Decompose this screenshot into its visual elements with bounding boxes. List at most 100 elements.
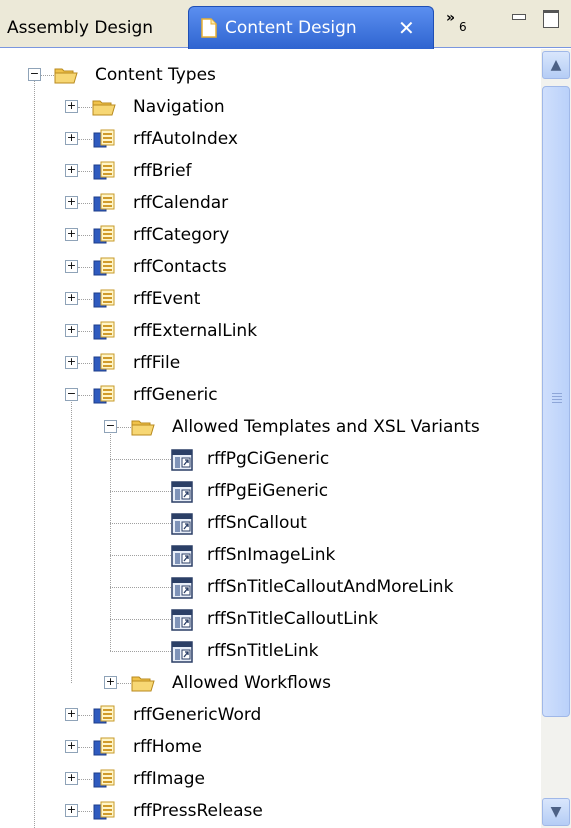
content-type-icon [92, 353, 116, 373]
tree-node-label: rffSnCallout [207, 513, 307, 533]
scroll-down-button[interactable]: ▼ [542, 798, 570, 826]
tree-node-label: rffCategory [133, 225, 230, 245]
tree-node-rffgeneric[interactable]: − rffGeneric [0, 379, 540, 411]
tree-node-label: rffContacts [133, 257, 227, 277]
thumb-grip-line [552, 393, 562, 394]
tree-node-content-type[interactable]: + rffPressRelease [0, 795, 540, 827]
content-type-icon [92, 737, 116, 757]
expand-icon[interactable]: + [65, 740, 78, 753]
tree-node-content-type[interactable]: + rffAutoIndex [0, 123, 540, 155]
tree-node-content-type[interactable]: + rffEvent [0, 283, 540, 315]
tree-node-template[interactable]: rffSnTitleCalloutAndMoreLink [0, 571, 540, 603]
tab-overflow-icon[interactable]: » [446, 10, 455, 26]
tree-node-label: rffSnImageLink [207, 545, 336, 565]
folder-icon [131, 417, 155, 437]
expand-icon[interactable]: + [65, 164, 78, 177]
tab-content-design[interactable]: Content Design ✕ [188, 6, 434, 49]
tree-node-label: Allowed Templates and XSL Variants [172, 417, 480, 437]
tree-node-template[interactable]: rffPgCiGeneric [0, 443, 540, 475]
tree-node-content-type[interactable]: + rffCalendar [0, 187, 540, 219]
content-type-icon [92, 193, 116, 213]
tree-node-label: rffPressRelease [133, 801, 263, 821]
tree-node-template[interactable]: rffSnTitleCalloutLink [0, 603, 540, 635]
tree-node-content-type[interactable]: + rffFile [0, 347, 540, 379]
content-type-icon [92, 289, 116, 309]
folder-icon [54, 65, 78, 85]
tab-content-design-label: Content Design [225, 18, 357, 38]
content-type-icon [92, 225, 116, 245]
tree-node-label: rffBrief [133, 161, 192, 181]
expand-icon[interactable]: + [65, 324, 78, 337]
expand-icon[interactable]: + [65, 196, 78, 209]
tree-node-label: rffCalendar [133, 193, 229, 213]
maximize-view-icon[interactable] [543, 10, 559, 28]
tree-node-content-type[interactable]: + rffImage [0, 763, 540, 795]
expand-icon[interactable]: + [65, 292, 78, 305]
tree-node-template[interactable]: rffSnCallout [0, 507, 540, 539]
template-icon [171, 449, 195, 471]
collapse-icon[interactable]: − [28, 68, 41, 81]
tab-assembly-design[interactable]: Assembly Design [2, 8, 187, 48]
tree-node-content-type[interactable]: + rffHome [0, 731, 540, 763]
tree-node-allowed-workflows[interactable]: + Allowed Workflows [0, 667, 540, 699]
collapse-icon[interactable]: − [65, 388, 78, 401]
tree-node-label: rffSnTitleCalloutAndMoreLink [207, 577, 454, 597]
tree-node-content-type[interactable]: + rffExternalLink [0, 315, 540, 347]
content-type-icon [92, 769, 116, 789]
tree-node-template[interactable]: rffSnTitleLink [0, 635, 540, 667]
expand-icon[interactable]: + [65, 100, 78, 113]
collapse-icon[interactable]: − [104, 420, 117, 433]
scroll-up-button[interactable]: ▲ [542, 51, 570, 79]
tree-node-label: rffImage [133, 769, 205, 789]
tree-node-label: rffSnTitleCalloutLink [207, 609, 379, 629]
minimize-view-icon[interactable] [512, 14, 526, 20]
tab-overflow-count: 6 [459, 20, 467, 34]
tree-node-content-type[interactable]: + rffGenericWord [0, 699, 540, 731]
tree-node-label: rffExternalLink [133, 321, 258, 341]
content-type-icon [92, 161, 116, 181]
view-tab-bar: Assembly Design Content Design ✕ » 6 [0, 0, 571, 49]
folder-icon [131, 673, 155, 693]
tree-node-content-type[interactable]: + rffCategory [0, 219, 540, 251]
tree-node-label: Navigation [133, 97, 225, 117]
scrollbar-thumb[interactable] [542, 86, 570, 717]
expand-icon[interactable]: + [65, 804, 78, 817]
vertical-scrollbar[interactable]: ▲ ▼ [541, 49, 571, 828]
content-types-tree[interactable]: − Content Types + Navigation + rffAutoIndex + r… [0, 49, 540, 828]
tree-node-label: rffSnTitleLink [207, 641, 319, 661]
tree-node-content-type[interactable]: + rffContacts [0, 251, 540, 283]
tree-node-label: Content Types [95, 65, 216, 85]
tree-node-label: rffPgCiGeneric [207, 449, 330, 469]
tree-node-template[interactable]: rffSnImageLink [0, 539, 540, 571]
template-icon [171, 577, 195, 599]
tree-node-template[interactable]: rffPgEiGeneric [0, 475, 540, 507]
expand-icon[interactable]: + [65, 260, 78, 273]
close-tab-icon[interactable]: ✕ [398, 7, 415, 49]
template-icon [171, 481, 195, 503]
expand-icon[interactable]: + [65, 132, 78, 145]
thumb-grip-line [552, 402, 562, 403]
tree-node-label: rffFile [133, 353, 181, 373]
expand-icon[interactable]: + [65, 772, 78, 785]
tree-node-label: Allowed Workflows [172, 673, 331, 693]
template-icon [171, 545, 195, 567]
template-icon [171, 513, 195, 535]
tree-node-label: rffAutoIndex [133, 129, 238, 149]
tree-node-label: rffHome [133, 737, 202, 757]
thumb-grip-line [552, 396, 562, 397]
expand-icon[interactable]: + [104, 676, 117, 689]
template-icon [171, 609, 195, 631]
template-icon [171, 641, 195, 663]
content-type-icon [92, 321, 116, 341]
tree-node-content-types[interactable]: − Content Types [0, 59, 540, 91]
expand-icon[interactable]: + [65, 228, 78, 241]
content-type-icon [92, 129, 116, 149]
expand-icon[interactable]: + [65, 708, 78, 721]
content-type-icon [92, 705, 116, 725]
content-type-icon [92, 801, 116, 821]
document-icon [201, 18, 217, 38]
expand-icon[interactable]: + [65, 356, 78, 369]
tree-node-content-type[interactable]: + rffBrief [0, 155, 540, 187]
tree-node-navigation[interactable]: + Navigation [0, 91, 540, 123]
tree-node-allowed-templates[interactable]: − Allowed Templates and XSL Variants [0, 411, 540, 443]
